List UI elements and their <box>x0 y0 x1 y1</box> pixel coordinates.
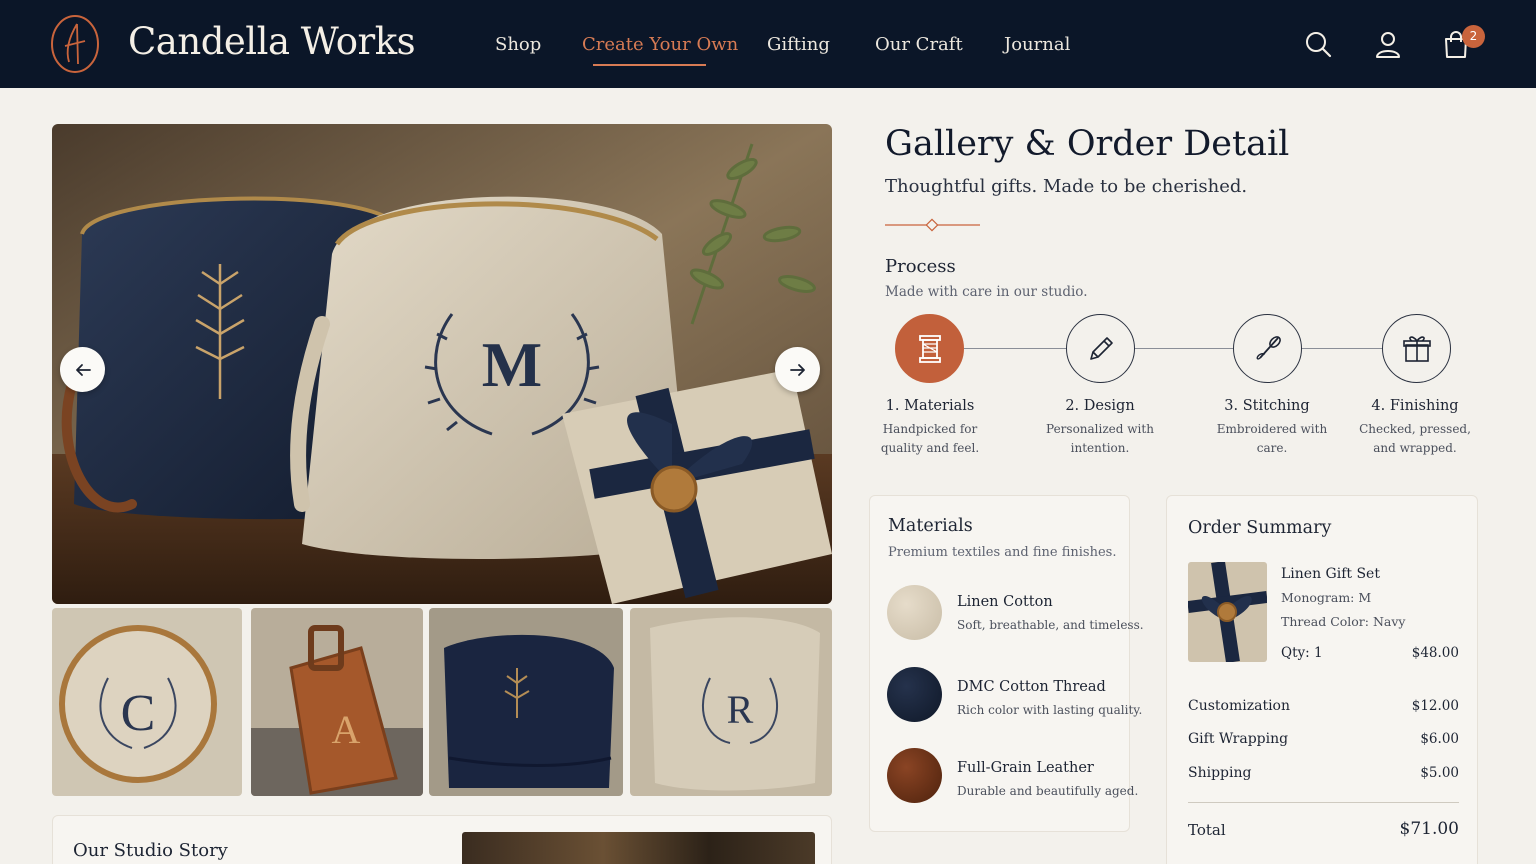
process-step-finishing[interactable] <box>1382 314 1451 383</box>
material-description: Rich color with lasting quality. <box>957 703 1143 717</box>
gallery-thumbnail-hoop[interactable]: C <box>52 608 242 796</box>
svg-text:A: A <box>332 707 361 752</box>
order-total-label: Total <box>1188 821 1226 839</box>
material-description: Durable and beautifully aged. <box>957 784 1139 798</box>
order-thread-color: Thread Color: Navy <box>1281 614 1406 629</box>
material-description: Soft, breathable, and timeless. <box>957 618 1144 632</box>
order-item-thumbnail <box>1188 562 1267 662</box>
svg-text:C: C <box>121 685 156 742</box>
product-photo: M <box>52 124 832 604</box>
account-icon[interactable] <box>1374 30 1402 58</box>
nav-shop[interactable]: Shop <box>495 34 541 55</box>
thread-spool-icon <box>918 334 941 363</box>
ornament-divider <box>885 218 980 232</box>
active-nav-indicator <box>593 64 706 66</box>
step-connector <box>1134 348 1233 349</box>
page-title: Gallery & Order Detail <box>885 124 1290 164</box>
gallery-thumbnail-navy-towel[interactable] <box>429 608 623 796</box>
process-step-design[interactable] <box>1066 314 1135 383</box>
order-line-label: Customization <box>1188 698 1290 714</box>
step-connector <box>964 348 1066 349</box>
material-swatch-leather[interactable] <box>887 748 942 803</box>
step-label: 2. Design <box>1065 398 1135 414</box>
hero-product-image[interactable]: M <box>52 124 832 604</box>
nav-journal[interactable]: Journal <box>1004 34 1070 55</box>
step-label: 3. Stitching <box>1224 398 1310 414</box>
search-icon[interactable] <box>1304 30 1332 58</box>
process-subtitle: Made with care in our studio. <box>885 284 1088 300</box>
order-total-value: $71.00 <box>1399 819 1459 839</box>
needle-icon <box>1256 335 1281 360</box>
materials-title: Materials <box>888 516 973 536</box>
order-line-value: $6.00 <box>1420 731 1459 747</box>
step-connector <box>1301 348 1383 349</box>
order-line-label: Gift Wrapping <box>1188 731 1289 747</box>
order-line-value: $12.00 <box>1411 698 1459 714</box>
order-quantity[interactable]: Qty: 1 <box>1281 645 1323 661</box>
arrow-right-icon <box>789 363 805 376</box>
order-item-price: $48.00 <box>1411 645 1459 661</box>
gift-icon <box>1402 335 1431 362</box>
material-name: DMC Cotton Thread <box>957 679 1106 695</box>
material-swatch-linen[interactable] <box>887 585 942 640</box>
gallery-next-button[interactable] <box>775 347 820 392</box>
order-product-name: Linen Gift Set <box>1281 566 1380 582</box>
pencil-icon <box>1089 336 1113 360</box>
svg-text:M: M <box>482 329 542 400</box>
step-description: Handpicked for quality and feel. <box>880 422 980 455</box>
gallery-prev-button[interactable] <box>60 347 105 392</box>
order-monogram: Monogram: M <box>1281 590 1372 605</box>
brand-name[interactable]: Candella Works <box>128 20 416 63</box>
gallery-thumbnail-luggage-tag[interactable]: A <box>251 608 423 796</box>
materials-subtitle: Premium textiles and fine finishes. <box>888 545 1117 560</box>
order-summary-card <box>1166 495 1478 864</box>
process-step-materials[interactable] <box>895 314 964 383</box>
nav-gifting[interactable]: Gifting <box>767 34 830 55</box>
material-name: Linen Cotton <box>957 594 1053 610</box>
order-line-label: Shipping <box>1188 765 1252 781</box>
gallery-thumbnail-pillow[interactable]: R <box>630 608 832 796</box>
order-line-value: $5.00 <box>1420 765 1459 781</box>
order-divider <box>1188 802 1459 803</box>
svg-text:R: R <box>727 687 754 732</box>
step-description: Checked, pressed, and wrapped. <box>1359 422 1471 455</box>
material-name: Full-Grain Leather <box>957 760 1094 776</box>
material-swatch-thread[interactable] <box>887 667 942 722</box>
step-description: Personalized with intention. <box>1046 422 1154 455</box>
nav-create-your-own[interactable]: Create Your Own <box>582 34 738 55</box>
studio-story-title: Our Studio Story <box>73 840 228 861</box>
cart-count-badge: 2 <box>1462 25 1485 48</box>
process-title: Process <box>885 256 956 277</box>
page-subtitle: Thoughtful gifts. Made to be cherished. <box>885 176 1248 197</box>
step-label: 1. Materials <box>885 398 975 414</box>
process-step-stitching[interactable] <box>1233 314 1302 383</box>
brand-logo-icon[interactable] <box>50 14 100 74</box>
arrow-left-icon <box>75 363 91 376</box>
order-summary-title: Order Summary <box>1188 518 1332 538</box>
step-label: 4. Finishing <box>1371 398 1459 414</box>
step-description: Embroidered with care. <box>1216 422 1328 455</box>
studio-story-image <box>462 832 815 864</box>
nav-our-craft[interactable]: Our Craft <box>875 34 963 55</box>
